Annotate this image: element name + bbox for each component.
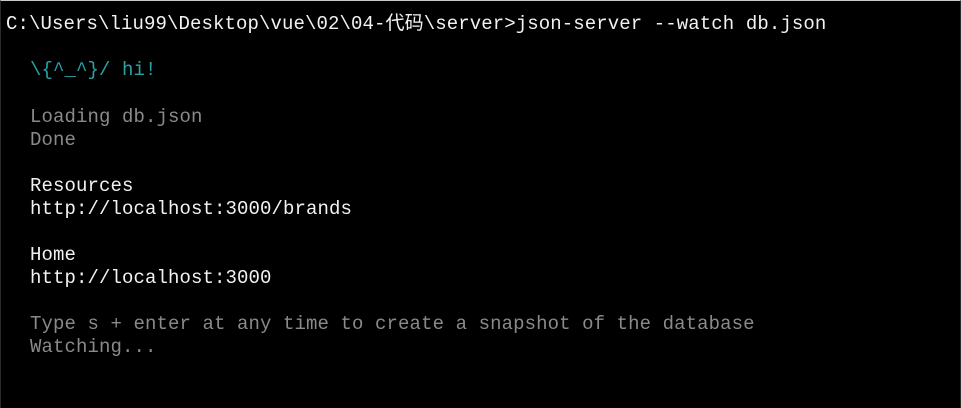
home-heading: Home [30, 244, 77, 266]
snapshot-hint: Type s + enter at any time to create a s… [30, 313, 755, 335]
loading-status: Loading db.json [30, 106, 203, 128]
resources-heading: Resources [30, 175, 134, 197]
terminal-window[interactable]: C:\Users\liu99\Desktop\vue\02\04-代码\serv… [0, 0, 961, 408]
resources-url[interactable]: http://localhost:3000/brands [30, 198, 352, 221]
watching-status: Watching... [30, 336, 157, 358]
json-server-banner: \{^_^}/ hi! [30, 59, 157, 81]
command-prompt-line: C:\Users\liu99\Desktop\vue\02\04-代码\serv… [6, 13, 827, 35]
done-status: Done [30, 129, 77, 151]
home-url[interactable]: http://localhost:3000 [30, 267, 272, 290]
